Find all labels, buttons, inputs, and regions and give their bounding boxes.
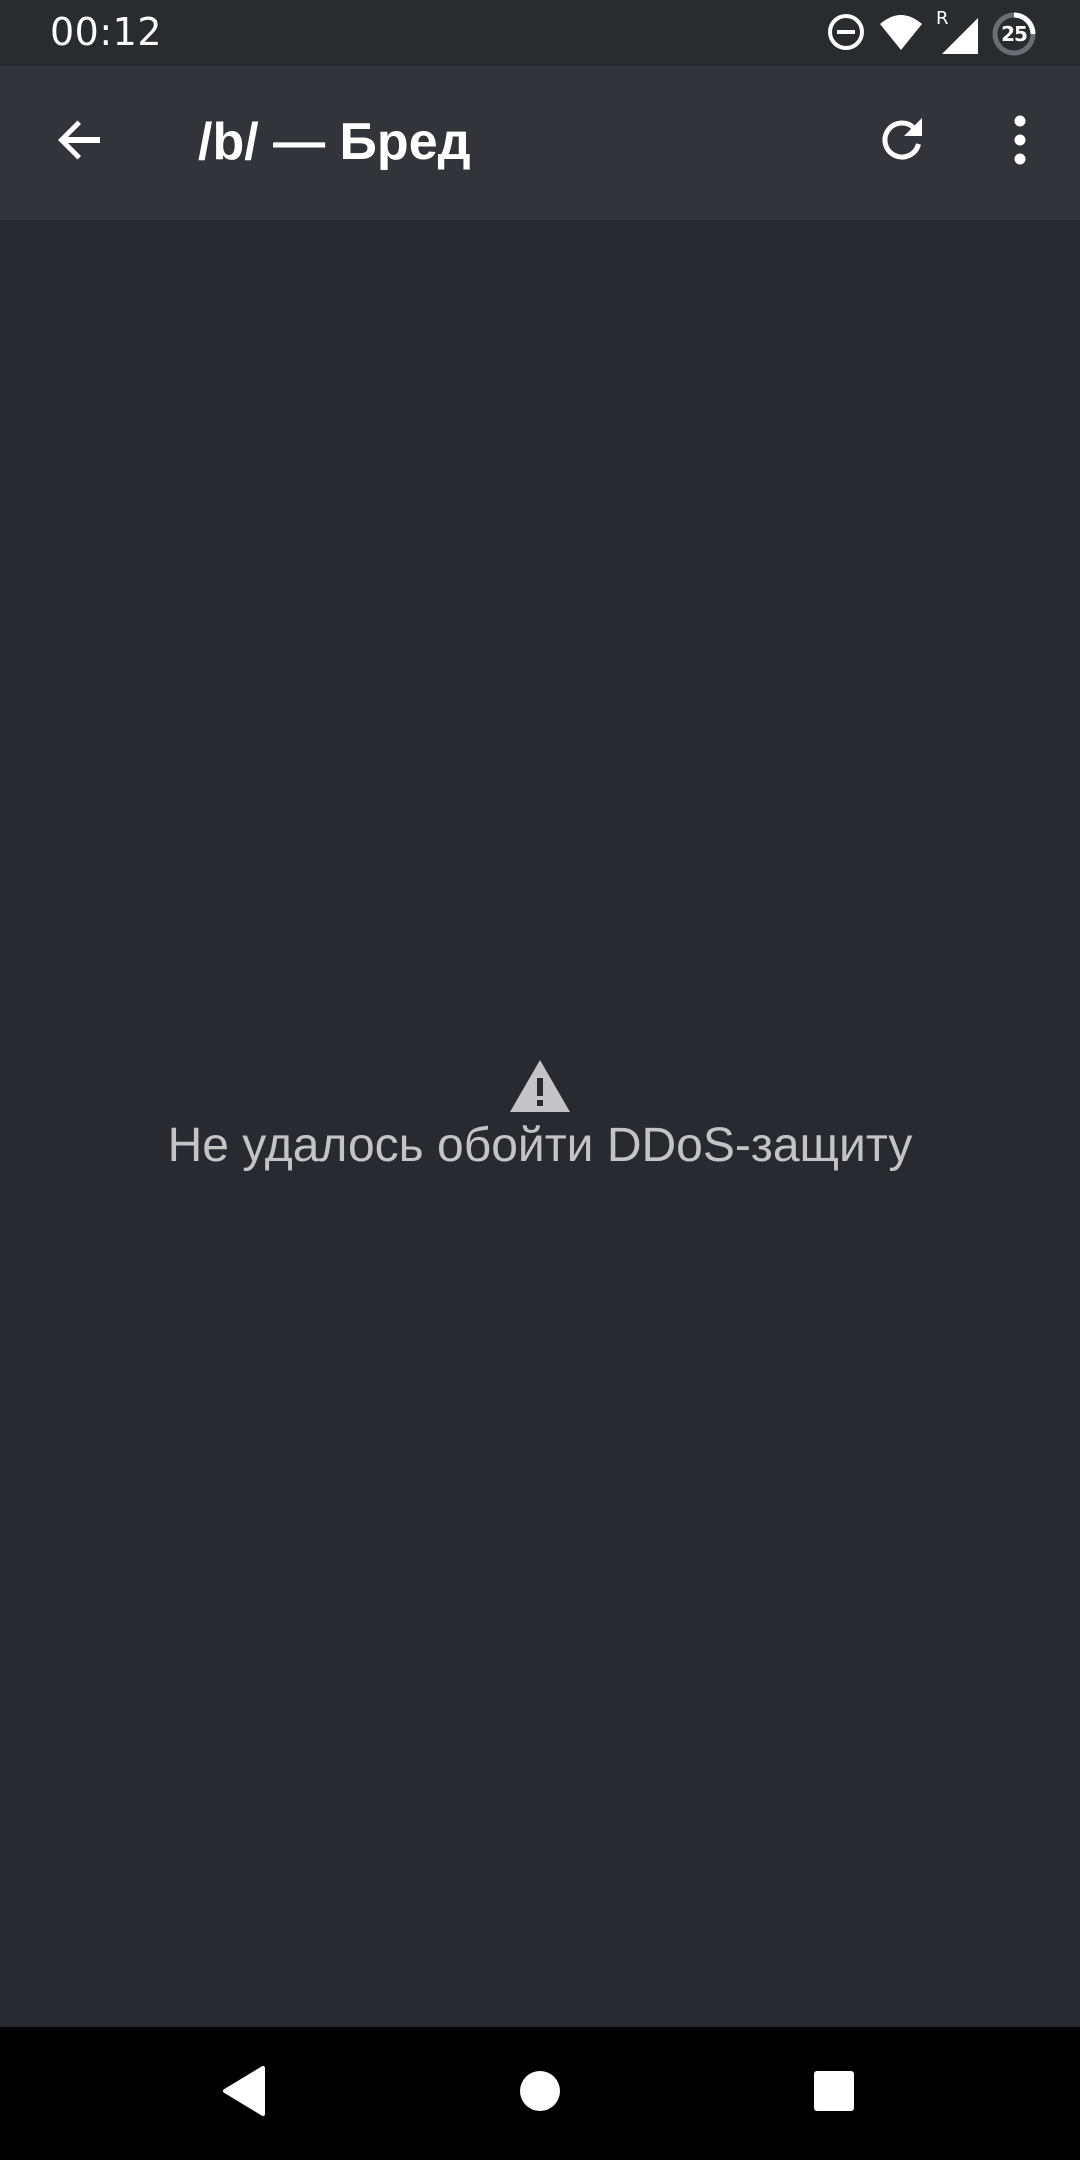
status-bar: 00:12 R 25 xyxy=(0,0,1080,66)
content-area: Не удалось обойти DDoS-защиту xyxy=(0,220,1080,2027)
status-time: 00:12 xyxy=(50,10,163,54)
back-button[interactable] xyxy=(40,102,120,182)
status-icons: R 25 xyxy=(826,8,1036,58)
app-bar: /b/ — Бред xyxy=(0,66,1080,220)
nav-recents-button[interactable] xyxy=(794,2053,874,2133)
more-vert-icon xyxy=(1012,114,1028,171)
page-title: /b/ — Бред xyxy=(198,113,471,171)
nav-back-icon xyxy=(221,2065,267,2121)
battery-level: 25 xyxy=(1001,22,1028,46)
wifi-icon xyxy=(878,12,924,57)
battery-icon: 25 xyxy=(992,12,1036,56)
do-not-disturb-icon xyxy=(826,12,866,57)
refresh-button[interactable] xyxy=(862,102,942,182)
navigation-bar xyxy=(0,2027,1080,2160)
warning-icon xyxy=(508,1058,572,1114)
nav-recents-icon xyxy=(812,2069,856,2118)
nav-home-icon xyxy=(518,2069,562,2118)
error-message: Не удалось обойти DDoS-защиту xyxy=(167,1119,913,1172)
nav-back-button[interactable] xyxy=(204,2053,284,2133)
refresh-icon xyxy=(876,114,928,171)
screen: 00:12 R 25 /b/ — Бред Не удалось обойти … xyxy=(0,0,1080,2160)
back-arrow-icon xyxy=(54,114,106,171)
more-options-button[interactable] xyxy=(980,102,1060,182)
cell-signal-icon: R xyxy=(936,8,980,56)
nav-home-button[interactable] xyxy=(500,2053,580,2133)
error-state: Не удалось обойти DDoS-защиту xyxy=(0,1058,1080,1173)
